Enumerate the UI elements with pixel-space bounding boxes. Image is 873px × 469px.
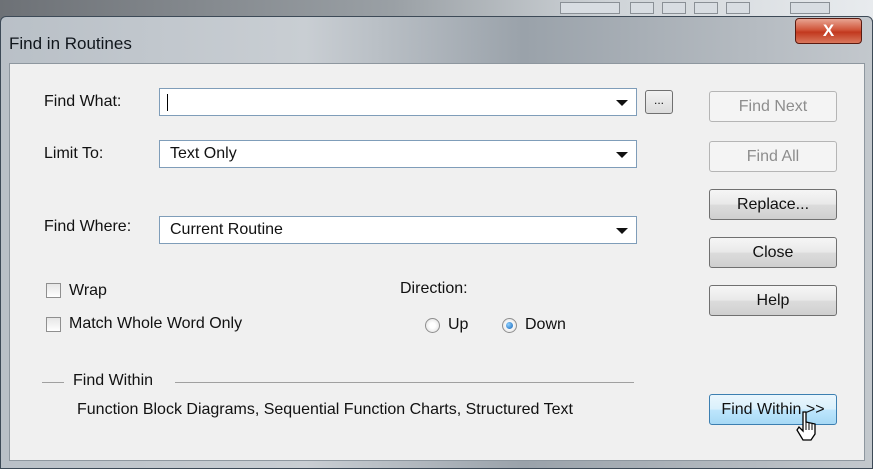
mouse-pointer-icon <box>796 411 816 441</box>
close-window-button[interactable]: X <box>795 18 862 44</box>
limit-to-value: Text Only <box>170 145 237 162</box>
chevron-down-icon[interactable] <box>616 100 628 106</box>
background-toolbar-button <box>694 2 718 14</box>
limit-to-label: Limit To: <box>44 145 104 162</box>
find-all-button[interactable]: Find All <box>709 141 837 172</box>
direction-label: Direction: <box>400 280 468 297</box>
limit-to-dropdown[interactable]: Text Only <box>159 140 637 168</box>
whole-word-checkbox[interactable] <box>46 317 61 332</box>
background-toolbar-button <box>726 2 750 14</box>
find-within-description: Function Block Diagrams, Sequential Func… <box>77 401 573 418</box>
dialog-title: Find in Routines <box>9 34 132 53</box>
find-within-heading: Find Within <box>73 372 154 389</box>
direction-down-label: Down <box>525 316 566 333</box>
text-caret <box>167 94 168 111</box>
wrap-checkbox[interactable] <box>46 283 61 298</box>
wrap-label: Wrap <box>69 282 107 299</box>
background-toolbar-button <box>560 2 620 14</box>
find-where-value: Current Routine <box>170 221 283 238</box>
find-where-dropdown[interactable]: Current Routine <box>159 216 637 244</box>
whole-word-label: Match Whole Word Only <box>69 315 243 332</box>
browse-button[interactable]: ... <box>645 90 673 114</box>
find-what-label: Find What: <box>44 93 122 110</box>
find-next-button[interactable]: Find Next <box>709 91 837 122</box>
find-what-combobox[interactable] <box>159 88 637 116</box>
direction-up-radio[interactable] <box>425 318 440 333</box>
background-toolbar-button <box>790 2 830 14</box>
replace-button[interactable]: Replace... <box>709 189 837 220</box>
direction-down-radio[interactable] <box>502 318 517 333</box>
background-toolbar-button <box>630 2 654 14</box>
chevron-down-icon[interactable] <box>616 152 628 158</box>
direction-up-label: Up <box>448 316 469 333</box>
help-button[interactable]: Help <box>709 285 837 316</box>
chevron-down-icon[interactable] <box>616 228 628 234</box>
find-where-label: Find Where: <box>44 218 132 235</box>
background-toolbar-button <box>662 2 686 14</box>
close-button[interactable]: Close <box>709 237 837 268</box>
group-divider <box>42 382 64 383</box>
group-divider <box>175 382 634 383</box>
